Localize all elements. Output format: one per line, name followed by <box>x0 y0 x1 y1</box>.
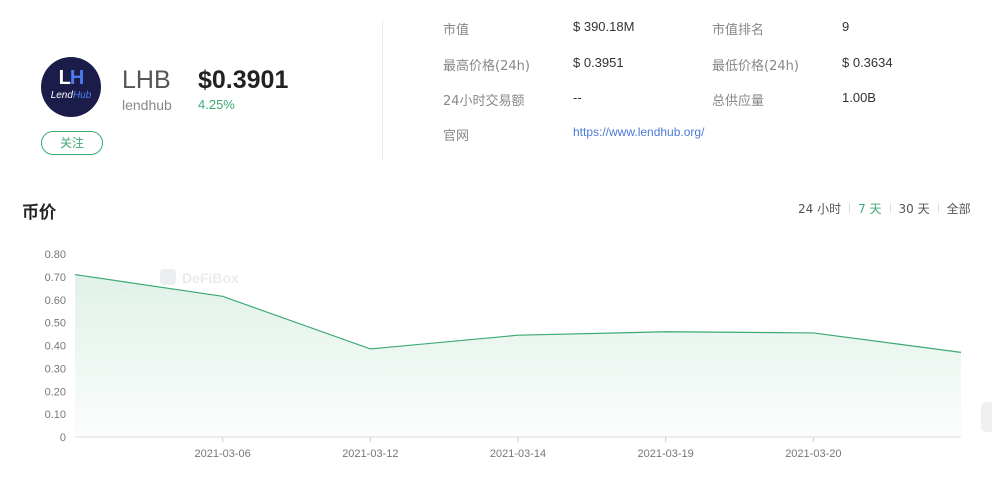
y-tick-label: 0.50 <box>45 318 66 330</box>
logo-monogram: LH <box>58 67 85 89</box>
high-24h-label: 最高价格(24h) <box>443 59 530 74</box>
follow-button[interactable]: 关注 <box>41 131 103 155</box>
website-value: https://www.lendhub.org/ <box>573 124 704 139</box>
token-symbol: LHB <box>122 66 171 94</box>
volume-24h-label: 24小时交易额 <box>443 94 525 109</box>
logo-wordmark: LendHub <box>50 90 92 101</box>
y-tick-label: 0.40 <box>45 341 66 353</box>
chart-title: 币价 <box>22 203 56 223</box>
website-label: 官网 <box>443 129 470 144</box>
high-24h-value: $ 0.3951 <box>573 55 624 70</box>
x-tick-label: 2021-03-14 <box>490 448 546 460</box>
token-slug: lendhub <box>122 97 172 113</box>
supply-value: 1.00B <box>842 90 876 105</box>
x-axis: 2021-03-06 2021-03-12 2021-03-14 2021-03-19… <box>195 437 841 460</box>
range-tab-24h[interactable]: 24 小时 <box>790 200 849 217</box>
volume-24h-value: -- <box>573 90 582 105</box>
token-header: LH LendHub LHB lendhub $0.3901 4.25% 关注 … <box>0 0 992 170</box>
y-axis: 0 0.10 0.20 0.30 0.40 0.50 0.60 0.70 0.80 <box>45 249 66 444</box>
token-logo: LH LendHub <box>41 57 101 117</box>
price-chart: DeFiBox 0 0.10 0.20 0.30 0.40 0.50 0.60 0.70 0.8… <box>45 249 962 460</box>
y-tick-label: 0.30 <box>45 363 66 375</box>
y-tick-label: 0.80 <box>45 249 66 261</box>
header-divider <box>382 20 383 160</box>
rank-label: 市值排名 <box>712 23 765 38</box>
market-cap-value: $ 390.18M <box>573 19 635 34</box>
price-change: 4.25% <box>198 97 235 112</box>
x-tick-label: 2021-03-12 <box>342 448 398 460</box>
range-tab-30d[interactable]: 30 天 <box>891 200 938 217</box>
watermark: DeFiBox <box>160 269 239 286</box>
supply-label: 总供应量 <box>712 94 765 109</box>
y-tick-label: 0.10 <box>45 409 66 421</box>
y-tick-label: 0 <box>60 432 66 444</box>
plot-area <box>74 273 962 438</box>
low-24h-value: $ 0.3634 <box>842 55 893 70</box>
y-tick-label: 0.20 <box>45 386 66 398</box>
y-tick-label: 0.60 <box>45 295 66 307</box>
low-24h-label: 最低价格(24h) <box>712 59 799 74</box>
range-tabs: 24 小时 7 天 30 天 全部 <box>790 199 979 217</box>
watermark-text: DeFiBox <box>182 270 239 286</box>
rank-value: 9 <box>842 19 850 34</box>
price-area <box>75 274 961 437</box>
side-scroll-handle[interactable] <box>981 402 992 432</box>
x-tick-label: 2021-03-06 <box>195 448 251 460</box>
x-tick-label: 2021-03-20 <box>785 448 841 460</box>
y-tick-label: 0.70 <box>45 272 66 284</box>
range-tab-7d[interactable]: 7 天 <box>850 200 889 217</box>
token-price: $0.3901 <box>198 66 289 94</box>
website-link[interactable]: https://www.lendhub.org/ <box>573 125 704 139</box>
market-cap-label: 市值 <box>443 23 470 38</box>
watermark-icon <box>160 269 176 285</box>
range-tab-all[interactable]: 全部 <box>939 200 979 217</box>
x-tick-label: 2021-03-19 <box>638 448 694 460</box>
